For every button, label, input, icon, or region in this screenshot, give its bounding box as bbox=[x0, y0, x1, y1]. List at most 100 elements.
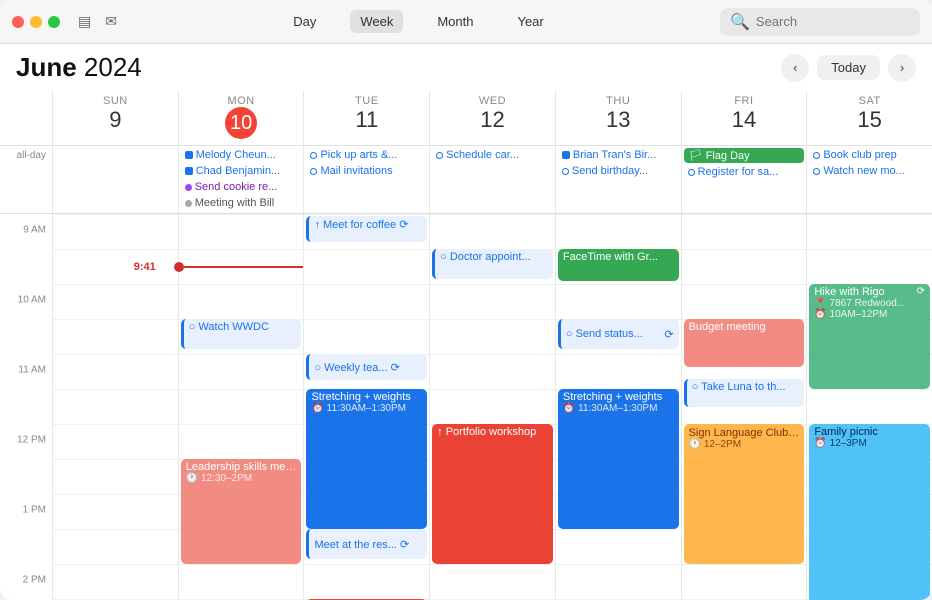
event-facetime[interactable]: FaceTime with Gr... bbox=[558, 249, 679, 281]
allday-event-melody[interactable]: Melody Cheun... bbox=[181, 148, 302, 162]
event-time: ⏰ 11:30AM–1:30PM bbox=[563, 403, 674, 414]
month-view-button[interactable]: Month bbox=[427, 10, 483, 33]
event-stretching-thu[interactable]: Stretching + weights ⏰ 11:30AM–1:30PM bbox=[558, 389, 679, 529]
allday-event-bill[interactable]: Meeting with Bill bbox=[181, 196, 302, 210]
time-column: 9 AM 10 AM 11 AM 12 PM 1 PM 2 PM 3 PM 4 … bbox=[0, 214, 52, 600]
allday-cell-fri: 🏳 Flag Day Register for sa... bbox=[681, 146, 807, 213]
allday-cell-sat: Book club prep Watch new mo... bbox=[806, 146, 932, 213]
view-nav: Day Week Month Year bbox=[283, 10, 554, 33]
dow-wed: WED bbox=[430, 95, 555, 107]
search-bar[interactable]: 🔍 bbox=[720, 8, 920, 36]
event-title: Stretching + weights bbox=[311, 391, 422, 403]
allday-event-chad[interactable]: Chad Benjamin... bbox=[181, 164, 302, 178]
dom-mon-wrap: 10 bbox=[179, 107, 304, 139]
event-watch-wwdc[interactable]: ○ Watch WWDC bbox=[181, 319, 302, 349]
allday-event-pickup[interactable]: Pick up arts &... bbox=[306, 148, 427, 162]
event-title: ○ Take Luna to th... bbox=[692, 381, 800, 393]
dom-tue: 11 bbox=[304, 107, 429, 133]
time-col-header bbox=[0, 91, 52, 145]
allday-event-bookclub[interactable]: Book club prep bbox=[809, 148, 930, 162]
event-title: ↑ Meet for coffee ⟳ bbox=[314, 218, 422, 231]
allday-event-flagday[interactable]: 🏳 Flag Day bbox=[684, 148, 805, 163]
event-sign-lang[interactable]: Sign Language Club ⟳ 🕐 12–2PM bbox=[684, 424, 805, 564]
calendar-window: ▤ ✉ Day Week Month Year 🔍 June 2024 ‹ To… bbox=[0, 0, 932, 600]
day-col-thu: FaceTime with Gr... ○ Send status... ⟳ S… bbox=[555, 214, 681, 600]
allday-cell-sun bbox=[52, 146, 178, 213]
current-time-indicator: 9:41 bbox=[179, 262, 304, 272]
day-col-fri: Budget meeting ○ Take Luna to th... Sign… bbox=[681, 214, 807, 600]
calendar-body: SUN 9 MON 10 TUE 11 WED 12 THU 13 bbox=[0, 91, 932, 600]
allday-cell-thu: Brian Tran's Bir... Send birthday... bbox=[555, 146, 681, 213]
close-button[interactable] bbox=[12, 16, 24, 28]
time-9am: 9 AM bbox=[23, 225, 46, 236]
fullscreen-button[interactable] bbox=[48, 16, 60, 28]
today-button[interactable]: Today bbox=[817, 55, 880, 80]
minimize-button[interactable] bbox=[30, 16, 42, 28]
event-title: Stretching + weights bbox=[563, 391, 674, 403]
day-header-thu: THU 13 bbox=[555, 91, 681, 145]
prev-button[interactable]: ‹ bbox=[781, 54, 809, 82]
dom-wed: 12 bbox=[430, 107, 555, 133]
header-nav: ‹ Today › bbox=[781, 54, 916, 82]
week-view-button[interactable]: Week bbox=[350, 10, 403, 33]
event-hike[interactable]: Hike with Rigo ⟳ 📍 7867 Redwood... ⏰ 10A… bbox=[809, 284, 930, 389]
day-col-mon: 9:41 ○ Watch WWDC Leadership skills meet… bbox=[178, 214, 304, 600]
dom-fri: 14 bbox=[682, 107, 807, 133]
event-send-status[interactable]: ○ Send status... ⟳ bbox=[558, 319, 679, 349]
day-header-mon: MON 10 bbox=[178, 91, 304, 145]
day-col-tue: ↑ Meet for coffee ⟳ ○ Weekly tea... ⟳ St… bbox=[303, 214, 429, 600]
allday-event-brian[interactable]: Brian Tran's Bir... bbox=[558, 148, 679, 162]
event-budget[interactable]: Budget meeting bbox=[684, 319, 805, 367]
allday-event-cookie[interactable]: Send cookie re... bbox=[181, 180, 302, 194]
time-grid: 9 AM 10 AM 11 AM 12 PM 1 PM 2 PM 3 PM 4 … bbox=[0, 214, 932, 600]
dom-thu: 13 bbox=[556, 107, 681, 133]
time-1pm: 1 PM bbox=[23, 505, 46, 516]
day-header-wed: WED 12 bbox=[429, 91, 555, 145]
allday-event-schedule[interactable]: Schedule car... bbox=[432, 148, 553, 162]
inbox-icon[interactable]: ✉ bbox=[105, 13, 117, 30]
event-title: ○ Doctor appoint... bbox=[440, 251, 548, 263]
dow-mon: MON bbox=[179, 95, 304, 107]
year-view-button[interactable]: Year bbox=[507, 10, 553, 33]
sidebar-icon[interactable]: ▤ bbox=[78, 13, 91, 30]
event-title: Meet at the res... ⟳ bbox=[314, 538, 409, 551]
current-time-bar bbox=[184, 266, 304, 268]
dow-sun: SUN bbox=[53, 95, 178, 107]
allday-event-register[interactable]: Register for sa... bbox=[684, 165, 805, 179]
event-time: ⏰ 10AM–12PM bbox=[814, 309, 925, 320]
event-meet-res[interactable]: Meet at the res... ⟳ bbox=[306, 529, 427, 559]
allday-event-mail[interactable]: Mail invitations bbox=[306, 164, 427, 178]
event-title: Sign Language Club ⟳ bbox=[689, 426, 800, 439]
day-header-sat: SAT 15 bbox=[806, 91, 932, 145]
event-time: 🕐 12–2PM bbox=[689, 439, 800, 450]
titlebar: ▤ ✉ Day Week Month Year 🔍 bbox=[0, 0, 932, 44]
allday-row: all-day Melody Cheun... Chad Benjamin...… bbox=[0, 146, 932, 214]
day-header-tue: TUE 11 bbox=[303, 91, 429, 145]
allday-event-watchnew[interactable]: Watch new mo... bbox=[809, 164, 930, 178]
event-title: ↑ Portfolio workshop bbox=[437, 426, 548, 438]
search-input[interactable] bbox=[756, 14, 906, 29]
event-leadership[interactable]: Leadership skills meeting 🕐 12:30–2PM bbox=[181, 459, 302, 564]
event-stretching-tue[interactable]: Stretching + weights ⏰ 11:30AM–1:30PM bbox=[306, 389, 427, 529]
event-luna[interactable]: ○ Take Luna to th... bbox=[684, 379, 805, 407]
event-title: FaceTime with Gr... bbox=[563, 251, 674, 263]
day-view-button[interactable]: Day bbox=[283, 10, 326, 33]
traffic-lights bbox=[12, 16, 60, 28]
event-meet-coffee[interactable]: ↑ Meet for coffee ⟳ bbox=[306, 216, 427, 242]
dom-sun: 9 bbox=[53, 107, 178, 133]
event-doctor[interactable]: ○ Doctor appoint... bbox=[432, 249, 553, 279]
event-family-picnic[interactable]: Family picnic ⏰ 12–3PM bbox=[809, 424, 930, 600]
month-title: June 2024 bbox=[16, 52, 142, 83]
event-title: ○ Watch WWDC bbox=[189, 321, 297, 333]
event-weekly-tea[interactable]: ○ Weekly tea... ⟳ bbox=[306, 354, 427, 380]
event-time: 📍 7867 Redwood... bbox=[814, 298, 925, 309]
event-portfolio[interactable]: ↑ Portfolio workshop bbox=[432, 424, 553, 564]
time-12pm: 12 PM bbox=[17, 435, 46, 446]
allday-event-birthday[interactable]: Send birthday... bbox=[558, 164, 679, 178]
time-11am: 11 AM bbox=[18, 365, 46, 376]
day-col-sat: Hike with Rigo ⟳ 📍 7867 Redwood... ⏰ 10A… bbox=[806, 214, 932, 600]
dow-fri: FRI bbox=[682, 95, 807, 107]
event-title-row: Hike with Rigo ⟳ bbox=[814, 286, 925, 298]
next-button[interactable]: › bbox=[888, 54, 916, 82]
event-title: Budget meeting bbox=[689, 321, 800, 333]
